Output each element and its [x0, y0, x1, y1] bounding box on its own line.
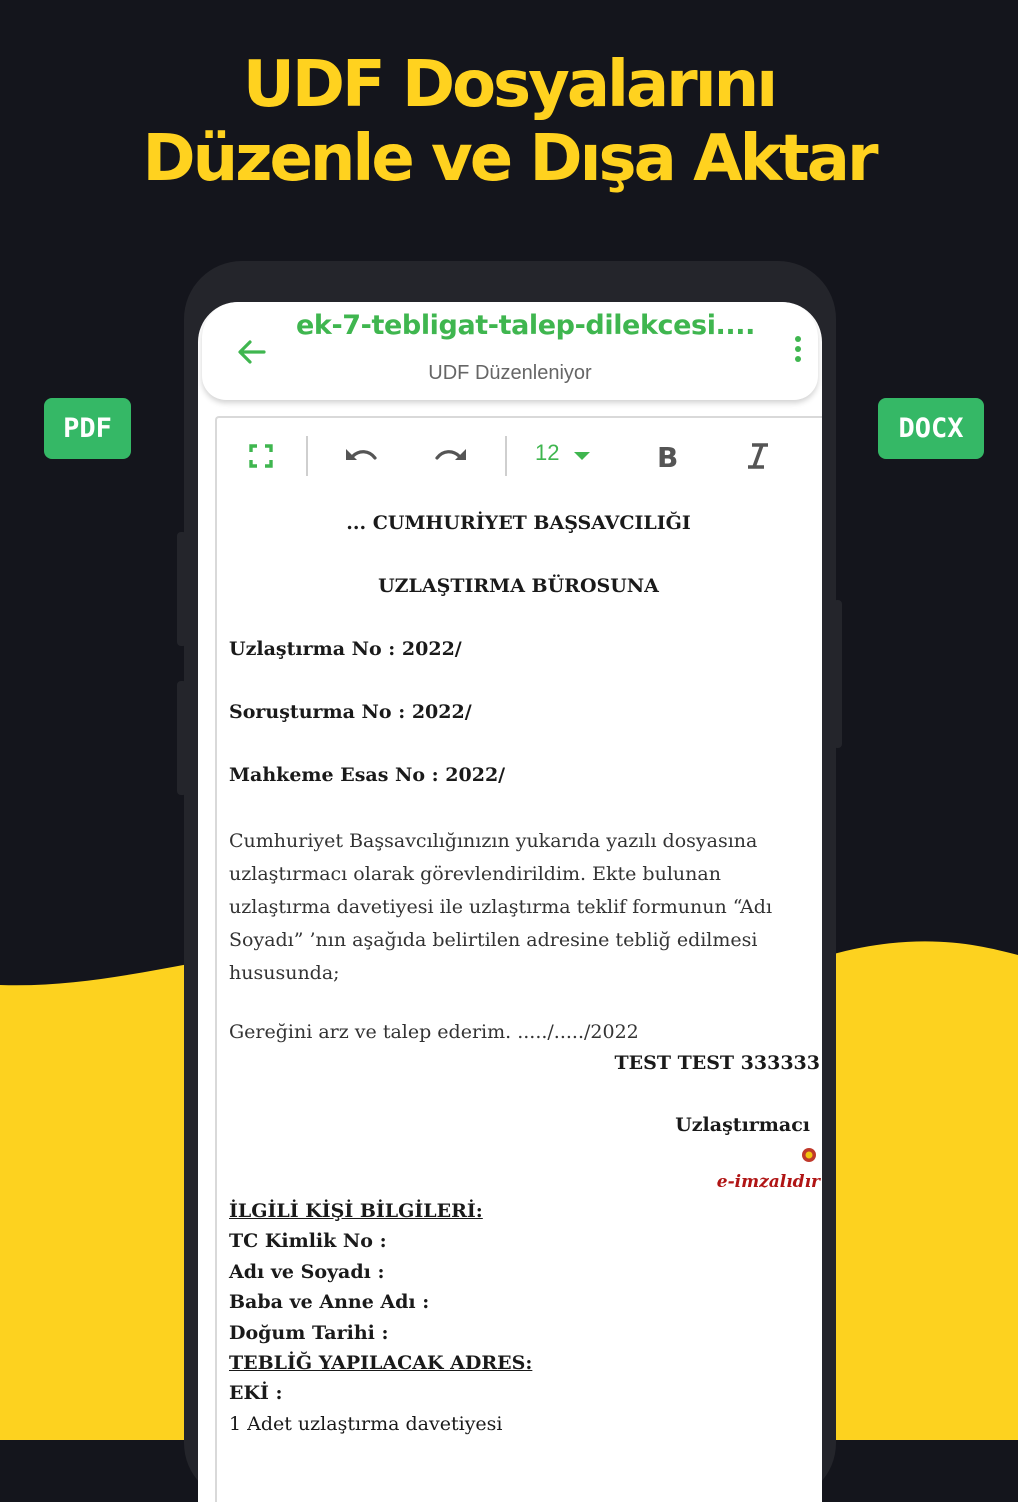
editor-toolbar: 12 B [215, 416, 822, 498]
doc-paragraph: Cumhuriyet Başsavcılığınızın yukarıda ya… [229, 830, 773, 984]
undo-button[interactable] [341, 436, 381, 476]
doc-attachments-label: EKİ : [229, 1382, 283, 1404]
doc-heading-2: UZLAŞTIRMA BÜROSUNA [378, 575, 659, 597]
fullscreen-icon [249, 444, 273, 468]
document-editor[interactable]: ... CUMHURİYET BAŞSAVCILIĞI UZLAŞTIRMA B… [215, 496, 822, 1502]
doc-mahkeme-no: Mahkeme Esas No : 2022/ [229, 764, 506, 786]
doc-request: Gereğini arz ve talep ederim. ...../....… [229, 1021, 639, 1043]
doc-uzlastirma-no: Uzlaştırma No : 2022/ [229, 638, 462, 660]
svg-text:B: B [657, 441, 678, 474]
more-options-button[interactable] [790, 336, 806, 370]
document-status: UDF Düzenleniyor [428, 362, 592, 384]
italic-icon [748, 443, 768, 469]
redo-icon [435, 449, 466, 460]
headline: UDF Dosyalarını Düzenle ve Dışa Aktar [0, 48, 1018, 196]
undo-icon [346, 449, 377, 460]
app-bar: ek-7-tebligat-talep-dilekcesi.... UDF Dü… [202, 302, 818, 400]
bold-icon: B [657, 441, 678, 474]
doc-birth-field: Doğum Tarihi : [229, 1322, 389, 1344]
document-title: ek-7-tebligat-talep-dilekcesi.... [296, 310, 755, 341]
doc-esign-label: e-imzalıdır [716, 1172, 820, 1192]
redo-button[interactable] [431, 436, 471, 476]
toolbar-separator [306, 436, 308, 476]
headline-line-1: UDF Dosyalarını [242, 48, 778, 122]
doc-section-title: İLGİLİ KİŞİ BİLGİLERİ: [229, 1200, 483, 1222]
doc-parents-field: Baba ve Anne Adı : [229, 1291, 430, 1313]
more-vert-icon [795, 336, 801, 342]
bold-button[interactable]: B [653, 436, 683, 476]
headline-line-2: Düzenle ve Dışa Aktar [142, 122, 879, 196]
doc-tc-field: TC Kimlik No : [229, 1230, 387, 1252]
doc-name-field: Adı ve Soyadı : [229, 1261, 385, 1283]
chevron-down-icon [574, 452, 590, 460]
font-size-dropdown[interactable]: 12 [527, 418, 597, 492]
doc-attachment-item: 1 Adet uzlaştırma davetiyesi [229, 1413, 503, 1435]
italic-button[interactable] [743, 436, 773, 476]
docx-badge: DOCX [878, 398, 984, 459]
doc-address-title: TEBLİĞ YAPILACAK ADRES: [229, 1352, 533, 1374]
pdf-badge: PDF [44, 398, 131, 459]
doc-heading-1: ... CUMHURİYET BAŞSAVCILIĞI [346, 512, 691, 534]
phone-screen: ek-7-tebligat-talep-dilekcesi.... UDF Dü… [198, 302, 822, 1502]
font-size-value: 12 [535, 440, 560, 465]
doc-signer: TEST TEST 333333 [614, 1052, 820, 1074]
fullscreen-button[interactable] [245, 436, 277, 476]
toolbar-separator [505, 436, 507, 476]
doc-role: Uzlaştırmacı [675, 1114, 810, 1136]
doc-sorusturma-no: Soruşturma No : 2022/ [229, 701, 472, 723]
e-signature-seal-icon [802, 1148, 816, 1162]
